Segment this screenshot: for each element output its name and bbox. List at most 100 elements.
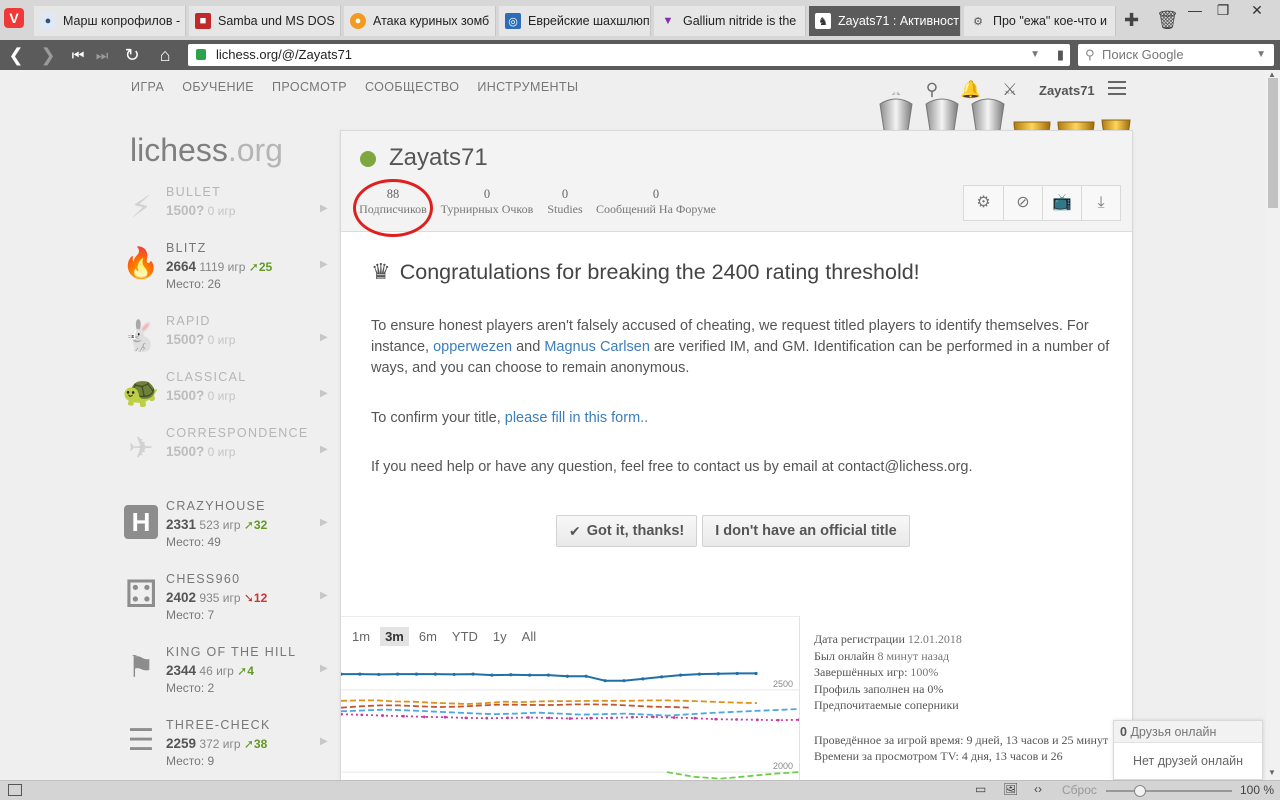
link-opperwezen[interactable]: opperwezen: [433, 339, 512, 355]
download-icon[interactable]: ⤓: [1081, 186, 1120, 220]
stat-studies[interactable]: 0 Studies: [541, 187, 589, 217]
range-1m[interactable]: 1m: [347, 627, 375, 646]
stat-tournament-points[interactable]: 0 Турнирных Очков: [435, 187, 539, 217]
stat-number: 0: [483, 187, 491, 201]
nav-watch[interactable]: ПРОСМОТР: [272, 80, 347, 94]
stat-forum-posts[interactable]: 0 Сообщений На Форуме: [593, 187, 719, 217]
zoom-reset[interactable]: Сброс: [1062, 783, 1097, 797]
chart-point: [584, 674, 588, 678]
search-input[interactable]: ⚲ Поиск Google ▼: [1078, 44, 1274, 66]
panel-toggle-icon[interactable]: [8, 784, 22, 796]
back-icon[interactable]: ❮: [4, 44, 28, 66]
range-1y[interactable]: 1y: [488, 627, 512, 646]
bookmark-icon[interactable]: ▮: [1057, 44, 1064, 66]
scroll-down-icon[interactable]: ▼: [1268, 768, 1276, 777]
rating-name: RAPID: [166, 314, 211, 328]
tab-3[interactable]: ● Атака куриных зомб: [344, 6, 496, 36]
rating-rank: Место: 7: [166, 608, 215, 622]
restore-icon[interactable]: ❐: [1208, 2, 1238, 19]
rating-value: 2344 46 игр ➚4: [166, 663, 254, 678]
site-logo[interactable]: lichess.org: [130, 132, 283, 169]
rating-king-of-the-hill[interactable]: ⚑ KING OF THE HILL 2344 46 игр ➚4 Место: 2 ▶: [122, 645, 332, 695]
tab-4[interactable]: ◎ Еврейские шахшлюп: [499, 6, 651, 36]
chevron-right-icon: ▶: [320, 332, 328, 343]
block-icon[interactable]: ⊘: [1003, 186, 1042, 220]
rating-three-check[interactable]: ☰ THREE-CHECK 2259 372 игр ➚38 Место: 9 ▶: [122, 718, 332, 768]
rating-crazyhouse[interactable]: H CRAZYHOUSE 2331 523 игр ➚32 Место: 49 ▶: [122, 499, 332, 549]
tab-6-active[interactable]: ♞ Zayats71 : Активност: [809, 6, 961, 36]
chart-point: [341, 672, 343, 676]
tab-2[interactable]: ■ Samba und MS DOS: [189, 6, 341, 36]
page-scrollbar[interactable]: ▲ ▼: [1266, 70, 1280, 780]
friends-box[interactable]: 0 Друзья онлайн Нет друзей онлайн: [1113, 720, 1263, 780]
tab-1[interactable]: ● Марш копрофилов -: [34, 6, 186, 36]
reload-icon[interactable]: ↻: [120, 44, 144, 66]
url-field[interactable]: lichess.org/@/Zayats71 ▼ ▮: [188, 44, 1070, 66]
tab-title: Марш копрофилов -: [63, 14, 181, 28]
nav-learn[interactable]: ОБУЧЕНИЕ: [182, 80, 254, 94]
nav-community[interactable]: СООБЩЕСТВО: [365, 80, 459, 94]
rewind-icon[interactable]: ⏮: [66, 44, 90, 66]
tv-icon[interactable]: 📺: [1042, 186, 1081, 220]
tab-title: Атака куриных зомб: [373, 14, 490, 28]
search-placeholder: Поиск Google: [1102, 47, 1184, 62]
rating-name: BULLET: [166, 185, 222, 199]
close-window-icon[interactable]: ✕: [1242, 2, 1272, 19]
chart-point: [471, 672, 475, 676]
info-opponents[interactable]: Предпочитаемые соперники: [814, 697, 1132, 714]
nav-play[interactable]: ИГРА: [131, 80, 164, 94]
fast-forward-icon[interactable]: ⏭: [90, 44, 114, 66]
new-tab-icon[interactable]: ✚: [1124, 10, 1139, 31]
image-icon[interactable]: 🖼: [1003, 782, 1018, 796]
rating-correspondence[interactable]: ✈ CORRESPONDENCE 1500? 0 игр ▶: [122, 426, 332, 476]
chevron-down-icon[interactable]: ▼: [1030, 44, 1040, 66]
chevron-down-icon[interactable]: ▼: [1256, 44, 1266, 66]
zoom-slider[interactable]: [1106, 790, 1232, 792]
minimize-icon[interactable]: —: [1180, 2, 1210, 18]
no-title-button[interactable]: I don't have an official title: [702, 515, 910, 547]
rating-blitz[interactable]: 🔥 BLITZ 2664 1119 игр ➚25 Место: 26 ▶: [122, 241, 332, 291]
nav-tools[interactable]: ИНСТРУМЕНТЫ: [477, 80, 578, 94]
rating-name: CHESS960: [166, 572, 241, 586]
tab-7[interactable]: ⚙ Про "ежа" кое-что и: [964, 6, 1116, 36]
rating-bullet[interactable]: ⚡ BULLET 1500? 0 игр ▶: [122, 185, 332, 235]
vivaldi-menu-icon[interactable]: V: [4, 8, 24, 28]
friends-header[interactable]: 0 Друзья онлайн: [1114, 721, 1262, 743]
search-icon: ⚲: [1085, 47, 1095, 62]
turtle-icon: 🐢: [122, 376, 160, 409]
tab-title: Про "ежа" кое-что и: [993, 14, 1108, 28]
chart-point: [377, 672, 381, 677]
chart-series-4: [341, 708, 799, 717]
notice-paragraph-2: To confirm your title, please fill in th…: [371, 410, 649, 426]
profile-username: Zayats71: [389, 144, 488, 171]
code-icon[interactable]: ‹›: [1034, 782, 1042, 796]
address-toolbar: ❮ ❯ ⏮ ⏭ ↻ ⌂ lichess.org/@/Zayats71 ▼ ▮ ⚲…: [0, 40, 1280, 70]
range-3m[interactable]: 3m: [380, 627, 409, 646]
tab-5[interactable]: ▼ Gallium nitride is the: [654, 6, 806, 36]
chart-point: [341, 712, 343, 716]
range-6m[interactable]: 6m: [414, 627, 442, 646]
link-magnus-carlsen[interactable]: Magnus Carlsen: [544, 339, 650, 355]
range-ytd[interactable]: YTD: [447, 627, 483, 646]
progress-up-icon: ➚4: [237, 664, 254, 678]
rating-chart-svg: 2500 2000: [341, 671, 799, 780]
rating-classical[interactable]: 🐢 CLASSICAL 1500? 0 игр ▶: [122, 370, 332, 420]
rating-rapid[interactable]: 🐇 RAPID 1500? 0 игр ▶: [122, 314, 332, 364]
got-it-button[interactable]: ✔ Got it, thanks!: [556, 515, 698, 547]
chart-point: [603, 679, 607, 683]
forward-icon[interactable]: ❯: [36, 44, 60, 66]
gear-icon[interactable]: ⚙: [964, 186, 1003, 220]
chart-point: [651, 715, 655, 719]
notice-actions: ✔ Got it, thanks! I don't have an officia…: [556, 515, 910, 547]
home-icon[interactable]: ⌂: [153, 44, 177, 66]
link-title-form[interactable]: please fill in this form..: [505, 410, 648, 426]
rating-chess960[interactable]: ⚃ CHESS960 2402 935 игр ➘12 Место: 7 ▶: [122, 572, 332, 622]
trash-icon[interactable]: 🗑: [1156, 10, 1179, 31]
zoom-slider-handle[interactable]: [1134, 785, 1146, 797]
chart-point: [433, 672, 437, 676]
range-all[interactable]: All: [517, 627, 541, 646]
window-icon[interactable]: ▭: [975, 782, 986, 796]
scrollbar-thumb[interactable]: [1268, 78, 1278, 208]
rating-rank: Место: 49: [166, 535, 221, 549]
rating-value: 1500? 0 игр: [166, 444, 236, 459]
